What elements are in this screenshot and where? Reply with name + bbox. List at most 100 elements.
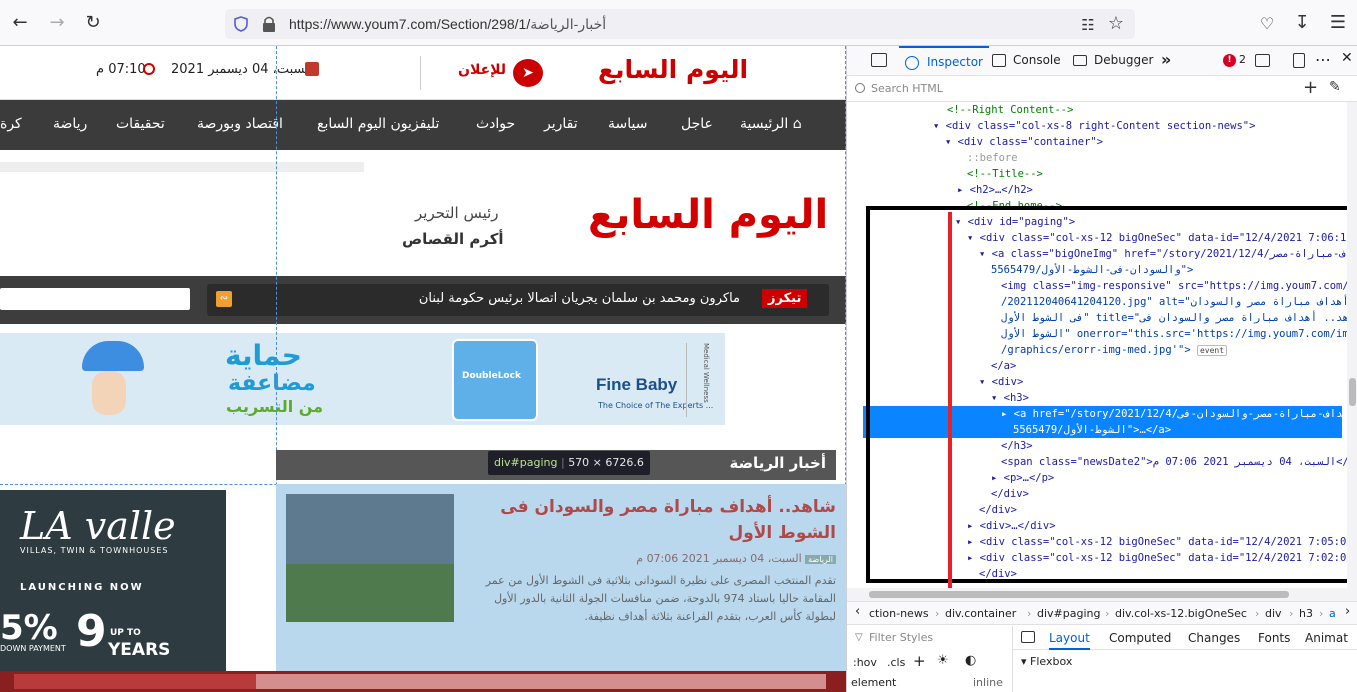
- breadcrumb-item[interactable]: h3: [1299, 607, 1313, 620]
- search-html-input[interactable]: Search HTML: [871, 82, 943, 95]
- reader-view-icon[interactable]: ☷: [1076, 13, 1100, 37]
- responsive-icon[interactable]: [1293, 53, 1305, 68]
- forward-arrow-icon[interactable]: →: [45, 11, 69, 35]
- add-node-icon[interactable]: +: [1303, 77, 1318, 98]
- eyedropper-icon[interactable]: ✎: [1329, 79, 1341, 95]
- breadcrumb-right-icon[interactable]: ›: [1345, 604, 1350, 619]
- tree-hscrollbar-thumb[interactable]: [869, 591, 1289, 598]
- advertise-link[interactable]: للإعلان: [458, 62, 506, 78]
- breadcrumb-item[interactable]: div: [1265, 607, 1282, 620]
- tab-animations[interactable]: Animat: [1305, 631, 1348, 645]
- frame-icon[interactable]: [1255, 54, 1270, 67]
- tab-console[interactable]: Console: [992, 46, 1062, 76]
- scrollbar-thumb-left[interactable]: [14, 674, 256, 689]
- breadcrumb-item[interactable]: div.container: [945, 607, 1016, 620]
- pocket-icon[interactable]: ♡: [1255, 12, 1279, 36]
- flexbox-section[interactable]: ▾ Flexbox: [1021, 655, 1072, 668]
- tree-scrollbar[interactable]: [1347, 102, 1357, 588]
- breadcrumb-separator-icon: ›: [935, 607, 940, 620]
- twisty-icon[interactable]: ▾: [1021, 655, 1030, 668]
- site-logo[interactable]: اليوم السابع: [588, 192, 828, 238]
- nav-sports[interactable]: رياضة: [53, 116, 87, 132]
- element-rule[interactable]: element: [851, 676, 896, 689]
- twisty-icon[interactable]: ▸: [957, 184, 970, 196]
- horizontal-scrollbar[interactable]: [0, 671, 846, 692]
- tab-layout[interactable]: Layout: [1049, 626, 1090, 650]
- nav-football[interactable]: كرة: [0, 116, 22, 132]
- filter-styles-input[interactable]: Filter Styles: [869, 631, 933, 644]
- light-theme-icon[interactable]: ☀: [937, 653, 949, 668]
- article-thumbnail[interactable]: [286, 494, 454, 622]
- ad-headline-3: من التسريب: [226, 397, 324, 416]
- article-title[interactable]: شاهد.. أهداف مباراة مصر والسودان فى الشو…: [466, 494, 836, 546]
- twisty-icon[interactable]: ▾: [933, 120, 946, 132]
- devtools-tabs: Inspector Console Debugger » ! 2 ⋯ ✕: [847, 46, 1357, 76]
- breadcrumb-separator-icon: ›: [1319, 607, 1324, 620]
- tree-node[interactable]: ▸ <h2>…</h2>: [957, 182, 1033, 198]
- back-arrow-icon[interactable]: ←: [8, 11, 32, 35]
- nav-tv[interactable]: تليفزيون اليوم السابع: [317, 116, 439, 132]
- search-input[interactable]: [0, 288, 190, 310]
- left-ad-percent: 5%: [0, 608, 58, 648]
- article-tag[interactable]: الرياضة: [805, 555, 836, 564]
- breadcrumb-item-active[interactable]: a: [1329, 607, 1336, 620]
- close-icon[interactable]: ✕: [1341, 50, 1353, 66]
- dark-theme-icon[interactable]: ◐: [965, 653, 976, 668]
- home-icon: ⌂: [792, 116, 802, 132]
- nav-investigations[interactable]: تحقيقات: [116, 116, 165, 132]
- nav-reports[interactable]: تقارير: [544, 116, 578, 132]
- add-rule-icon[interactable]: +: [913, 652, 926, 670]
- ticker-text[interactable]: ماكرون ومحمد بن سلمان يجريان اتصالا برئي…: [300, 291, 740, 306]
- nav-urgent[interactable]: عاجل: [681, 116, 713, 132]
- breadcrumb-item[interactable]: div.col-xs-12.bigOneSec: [1115, 607, 1247, 620]
- devtools-panel: Inspector Console Debugger » ! 2 ⋯ ✕ Sea…: [846, 46, 1357, 692]
- lock-icon[interactable]: [261, 15, 277, 33]
- web-page: 07:10 م السبت، 04 ديسمبر 2021 للإعلان ➤ …: [0, 46, 846, 692]
- menu-icon[interactable]: ☰: [1326, 11, 1350, 35]
- article-card[interactable]: شاهد.. أهداف مباراة مصر والسودان فى الشو…: [276, 484, 846, 674]
- tab-inspector-label: Inspector: [927, 55, 983, 69]
- tree-node[interactable]: ::before: [967, 150, 1018, 166]
- breadcrumb-left-icon[interactable]: ‹: [855, 604, 860, 619]
- tab-debugger[interactable]: Debugger: [1073, 46, 1165, 76]
- tab-inspector[interactable]: Inspector: [899, 46, 989, 76]
- nav-politics[interactable]: سياسة: [608, 116, 647, 132]
- twisty-icon[interactable]: ▾: [945, 136, 958, 148]
- ad-banner[interactable]: حماية مضاعفة من التسريب DoubleLock Fine …: [0, 333, 725, 425]
- left-ad[interactable]: LA valle VILLAS, TWIN & TOWNHOUSES LAUNC…: [0, 490, 226, 675]
- breadcrumb-item[interactable]: ction-news: [869, 607, 929, 620]
- nav-accidents[interactable]: حوادث: [476, 116, 515, 132]
- tree-node[interactable]: ▾ <div class="container">: [945, 134, 1103, 150]
- tree-node[interactable]: <!--Right Content-->: [947, 102, 1073, 118]
- sidebar-toggle-icon[interactable]: [1021, 631, 1035, 643]
- tree-node[interactable]: <!--Title-->: [967, 166, 1043, 182]
- site-logo-small[interactable]: اليوم السابع: [598, 55, 748, 84]
- scrollbar-thumb[interactable]: [256, 674, 826, 689]
- breadcrumb-item[interactable]: div#paging: [1037, 607, 1100, 620]
- reload-icon[interactable]: ↻: [81, 11, 105, 35]
- url-bar[interactable]: https://www.youm7.com/Section/298/1/أخبا…: [225, 9, 1135, 39]
- tree-hscrollbar[interactable]: [847, 588, 1357, 601]
- cls-toggle[interactable]: .cls: [887, 656, 905, 669]
- rss-icon[interactable]: ∾: [216, 291, 232, 307]
- inline-label: inline: [973, 676, 1003, 689]
- more-tabs-icon[interactable]: »: [1161, 50, 1171, 69]
- left-ad-sub: VILLAS, TWIN & TOWNHOUSES: [20, 546, 169, 555]
- pick-element-icon[interactable]: [871, 53, 887, 67]
- more-options-icon[interactable]: ⋯: [1315, 50, 1331, 69]
- tab-changes[interactable]: Changes: [1188, 631, 1240, 645]
- nav-economy[interactable]: اقتصاد وبورصة: [197, 116, 283, 132]
- bookmark-star-icon[interactable]: ☆: [1104, 12, 1128, 36]
- tree-scrollbar-thumb[interactable]: [1349, 378, 1356, 406]
- left-ad-cta: LAUNCHING NOW: [20, 582, 144, 593]
- shield-icon[interactable]: [233, 16, 249, 32]
- tab-fonts[interactable]: Fonts: [1258, 631, 1290, 645]
- tree-node[interactable]: ▾ <div class="col-xs-8 right-Content sec…: [933, 118, 1255, 134]
- download-icon[interactable]: ↧: [1290, 11, 1314, 35]
- error-count[interactable]: 2: [1239, 53, 1246, 66]
- error-icon[interactable]: !: [1223, 54, 1236, 67]
- editor-title: رئيس التحرير: [415, 204, 499, 222]
- nav-home[interactable]: الرئيسية ⌂: [740, 116, 802, 132]
- tab-computed[interactable]: Computed: [1109, 631, 1171, 645]
- hov-toggle[interactable]: :hov: [853, 656, 877, 669]
